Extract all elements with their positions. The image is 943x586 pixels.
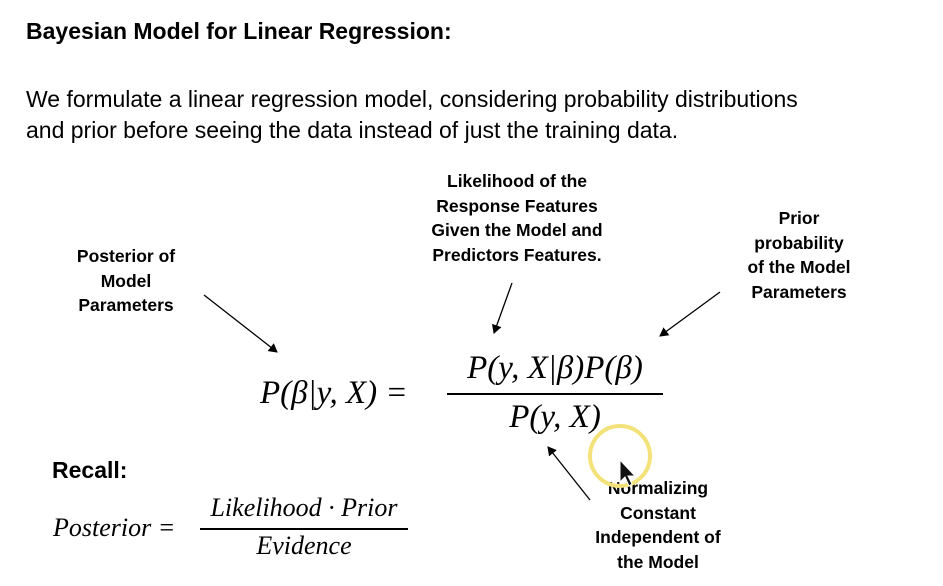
bayes-equation-denominator: P(y, X) <box>509 399 601 435</box>
bayes-fraction-bar <box>447 393 663 395</box>
annotation-line: the Model <box>617 551 699 572</box>
annotation-line: probability <box>754 232 844 253</box>
annotation-line: Parameters <box>751 281 847 302</box>
recall-fraction-bar <box>200 528 408 530</box>
annotation-line: Normalizing <box>607 478 709 498</box>
bayes-equation-numerator: P(y, X|β)P(β) <box>467 350 643 386</box>
posterior-annotation: Posterior of Model Parameters <box>48 244 204 318</box>
likelihood-annotation: Likelihood of the Response Features Give… <box>406 169 628 267</box>
bayes-equation-lhs: P(β|y, X) = <box>260 375 408 411</box>
posterior-arrow <box>203 294 278 353</box>
recall-equation-lhs: Posterior = <box>53 513 176 542</box>
annotation-line: Parameters <box>78 295 174 315</box>
recall-equation-denominator: Evidence <box>256 531 352 560</box>
annotation-line: Likelihood of the <box>447 171 587 191</box>
prior-annotation: Prior probability of the Model Parameter… <box>729 206 869 304</box>
annotation-line: Response Features <box>436 195 598 216</box>
prior-arrow <box>659 291 721 337</box>
annotation-line: Constant <box>620 502 696 523</box>
recall-equation-numerator: Likelihood · Prior <box>210 493 398 522</box>
normalizing-annotation: Normalizing Constant Independent of the … <box>578 476 738 574</box>
annotation-line: Model <box>100 270 152 291</box>
intro-line-1: We formulate a linear regression model, … <box>26 86 798 112</box>
annotation-line: Posterior of <box>76 246 176 266</box>
intro-paragraph: We formulate a linear regression model, … <box>26 84 926 146</box>
annotation-line: Predictors Features. <box>432 244 602 265</box>
annotation-line: Independent of <box>595 527 721 547</box>
intro-line-2: and prior before seeing the data instead… <box>26 117 679 143</box>
page-title: Bayesian Model for Linear Regression: <box>26 18 452 44</box>
annotation-line: Prior <box>778 208 820 228</box>
annotation-line: Given the Model and <box>431 220 603 240</box>
likelihood-arrow <box>492 282 513 334</box>
annotation-line: of the Model <box>747 257 851 277</box>
recall-heading: Recall: <box>52 457 128 483</box>
